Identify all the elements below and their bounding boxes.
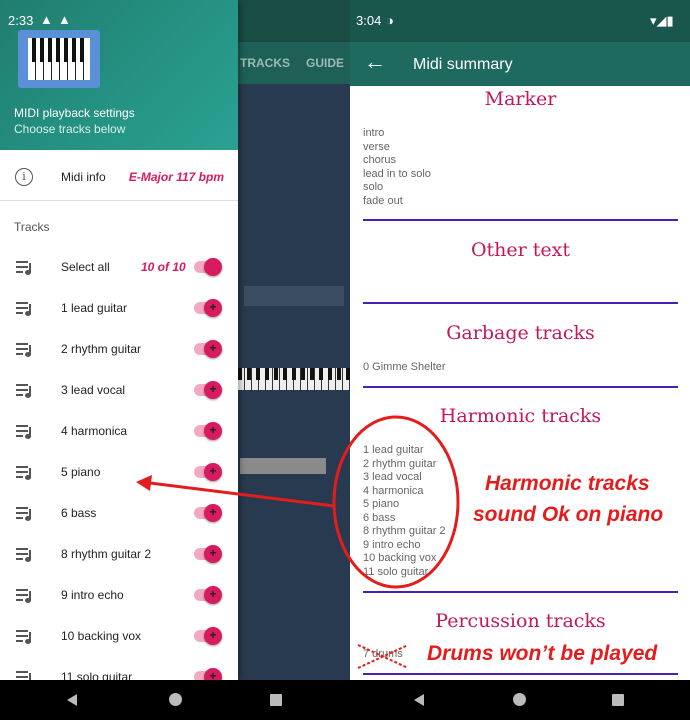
recents-nav-icon[interactable] <box>612 694 624 706</box>
arrowhead <box>136 475 152 491</box>
harmonic-note-line1: Harmonic tracks <box>485 472 650 495</box>
back-nav-icon[interactable] <box>67 694 77 706</box>
harmonic-note-line2: sound Ok on piano <box>473 503 664 526</box>
navigation-bar <box>0 680 690 720</box>
recents-nav-icon[interactable] <box>270 694 282 706</box>
home-nav-icon[interactable] <box>513 693 526 706</box>
back-nav-icon[interactable] <box>414 694 424 706</box>
screenshot-root: { "left": { "status_time": "2:33", "bg_t… <box>0 0 690 720</box>
annotation-overlay <box>136 415 460 669</box>
drums-note: Drums won’t be played <box>427 642 658 665</box>
highlight-ellipse <box>332 415 460 589</box>
home-nav-icon[interactable] <box>169 693 182 706</box>
annotation-arrow <box>149 481 335 508</box>
